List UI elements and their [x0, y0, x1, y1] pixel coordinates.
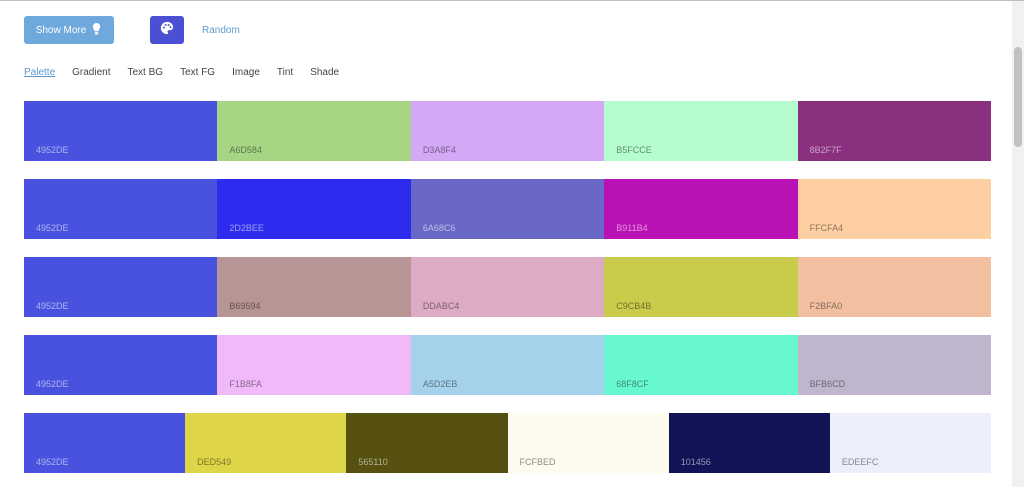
- show-more-label: Show More: [35, 24, 87, 36]
- color-hex-label: 6A68C6: [422, 223, 456, 233]
- color-swatch[interactable]: FFCFA4: [797, 179, 992, 239]
- color-swatch[interactable]: B69594: [217, 257, 411, 317]
- palette-row[interactable]: 4952DE DED549 565110 FCFBED 101456 EDEEFC: [24, 413, 992, 473]
- color-swatch[interactable]: 565110: [346, 413, 508, 473]
- palette-button[interactable]: [150, 16, 184, 44]
- scrollbar[interactable]: [1012, 1, 1024, 487]
- color-hex-label: 4952DE: [36, 379, 69, 389]
- color-swatch[interactable]: F1B8FA: [217, 335, 411, 395]
- color-swatch[interactable]: F2BFA0: [797, 257, 992, 317]
- tab-gradient[interactable]: Gradient: [72, 67, 110, 78]
- color-hex-label: A6D584: [229, 145, 262, 155]
- palette-row[interactable]: 4952DE 2D2BEE 6A68C6 B911B4 FFCFA4: [24, 179, 992, 239]
- color-swatch[interactable]: 101456: [668, 413, 830, 473]
- color-hex-label: B911B4: [616, 223, 648, 233]
- color-swatch[interactable]: 4952DE: [24, 179, 218, 239]
- color-hex-label: 565110: [358, 457, 388, 467]
- tab-image[interactable]: Image: [232, 67, 260, 78]
- color-hex-label: 68F8CF: [616, 379, 649, 389]
- color-swatch[interactable]: BFB6CD: [797, 335, 992, 395]
- palette-row[interactable]: 4952DE B69594 DDABC4 C9CB4B F2BFA0: [24, 257, 992, 317]
- tab-palette[interactable]: Palette: [24, 67, 55, 78]
- show-more-button[interactable]: Show More: [24, 16, 114, 44]
- color-swatch[interactable]: A6D584: [217, 101, 411, 161]
- color-swatch[interactable]: FCFBED: [507, 413, 669, 473]
- color-swatch[interactable]: 4952DE: [24, 101, 218, 161]
- color-hex-label: D3A8F4: [422, 145, 456, 155]
- color-swatch[interactable]: EDEEFC: [829, 413, 992, 473]
- lightbulb-icon: [91, 22, 102, 38]
- palette-icon: [160, 21, 174, 40]
- color-swatch[interactable]: C9CB4B: [604, 257, 798, 317]
- tab-text-bg[interactable]: Text BG: [128, 67, 164, 78]
- random-link[interactable]: Random: [202, 25, 240, 36]
- color-hex-label: B5FCCE: [616, 145, 652, 155]
- color-hex-label: F2BFA0: [809, 301, 843, 311]
- color-hex-label: FFCFA4: [809, 223, 844, 233]
- color-hex-label: FCFBED: [519, 457, 556, 467]
- scrollbar-thumb[interactable]: [1014, 47, 1022, 147]
- color-hex-label: BFB6CD: [809, 379, 846, 389]
- color-hex-label: 2D2BEE: [229, 223, 264, 233]
- color-swatch[interactable]: DDABC4: [410, 257, 605, 317]
- color-swatch[interactable]: 4952DE: [24, 413, 186, 473]
- color-swatch[interactable]: 4952DE: [24, 257, 218, 317]
- color-swatch[interactable]: 68F8CF: [604, 335, 798, 395]
- tab-text-fg[interactable]: Text FG: [180, 67, 215, 78]
- color-swatch[interactable]: B5FCCE: [604, 101, 798, 161]
- color-hex-label: 4952DE: [36, 457, 69, 467]
- tab-shade[interactable]: Shade: [310, 67, 339, 78]
- color-hex-label: 101456: [680, 457, 711, 467]
- color-swatch[interactable]: DED549: [185, 413, 347, 473]
- palette-row[interactable]: 4952DE A6D584 D3A8F4 B5FCCE 8B2F7F: [24, 101, 992, 161]
- color-swatch[interactable]: 4952DE: [24, 335, 218, 395]
- color-swatch[interactable]: 8B2F7F: [797, 101, 992, 161]
- color-hex-label: 4952DE: [36, 145, 69, 155]
- view-tabs: Palette Gradient Text BG Text FG Image T…: [24, 67, 356, 78]
- palette-row[interactable]: 4952DE F1B8FA A5D2EB 68F8CF BFB6CD: [24, 335, 992, 395]
- color-hex-label: 8B2F7F: [809, 145, 842, 155]
- color-swatch[interactable]: B911B4: [604, 179, 798, 239]
- color-hex-label: EDEEFC: [841, 457, 879, 467]
- color-hex-label: DDABC4: [422, 301, 460, 311]
- tab-tint[interactable]: Tint: [277, 67, 293, 78]
- color-hex-label: 4952DE: [36, 223, 69, 233]
- color-hex-label: DED549: [197, 457, 232, 467]
- color-hex-label: F1B8FA: [229, 379, 262, 389]
- color-swatch[interactable]: D3A8F4: [410, 101, 605, 161]
- color-hex-label: 4952DE: [36, 301, 69, 311]
- color-hex-label: B69594: [229, 301, 261, 311]
- color-swatch[interactable]: 6A68C6: [410, 179, 605, 239]
- color-hex-label: A5D2EB: [422, 379, 458, 389]
- color-hex-label: C9CB4B: [616, 301, 652, 311]
- color-swatch[interactable]: 2D2BEE: [217, 179, 411, 239]
- color-swatch[interactable]: A5D2EB: [410, 335, 605, 395]
